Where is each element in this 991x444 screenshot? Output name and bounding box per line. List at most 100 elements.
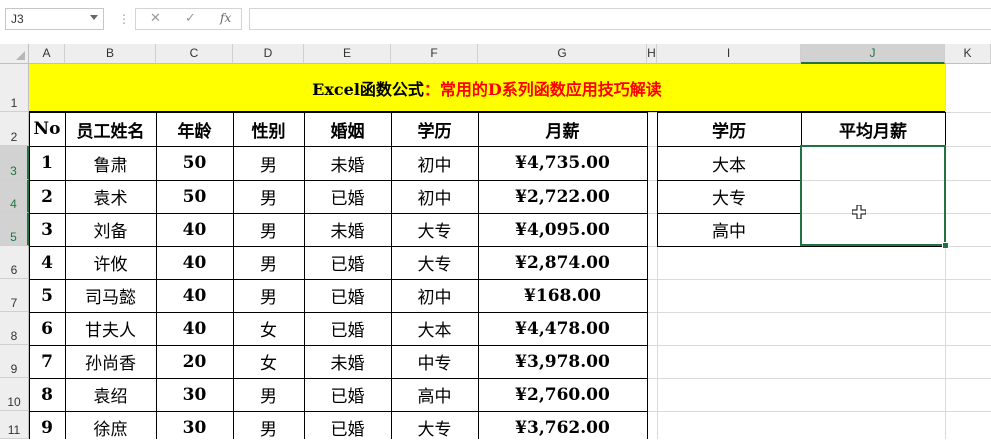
cell-gender[interactable]: 男	[233, 246, 304, 279]
select-all-corner[interactable]	[0, 44, 29, 64]
cell-education[interactable]: 大专	[391, 246, 478, 279]
cell-gender[interactable]: 男	[233, 411, 304, 444]
cell-gender[interactable]: 女	[233, 345, 304, 378]
cell-salary[interactable]: ¥4,095.00	[478, 213, 647, 246]
column-header-i[interactable]: I	[657, 44, 801, 64]
cell-salary[interactable]: ¥2,760.00	[478, 378, 647, 411]
column-header-b[interactable]: B	[65, 44, 156, 64]
header-avg-salary[interactable]: 平均月薪	[801, 112, 945, 146]
header-salary[interactable]: 月薪	[478, 112, 647, 146]
cell-no[interactable]: 3	[29, 213, 65, 246]
cell-marriage[interactable]: 已婚	[304, 378, 391, 411]
cell-name[interactable]: 鲁肃	[65, 146, 156, 180]
row-header-10[interactable]: 10	[0, 378, 29, 411]
row-header-7[interactable]: 7	[0, 279, 29, 312]
row-header-8[interactable]: 8	[0, 312, 29, 345]
cell-marriage[interactable]: 已婚	[304, 312, 391, 345]
row-header-4[interactable]: 4	[0, 180, 29, 213]
cell-no[interactable]: 1	[29, 146, 65, 180]
column-header-f[interactable]: F	[391, 44, 478, 64]
cell-education[interactable]: 初中	[391, 146, 478, 180]
cell-gender[interactable]: 男	[233, 378, 304, 411]
cell-name[interactable]: 甘夫人	[65, 312, 156, 345]
row-header-5[interactable]: 5	[0, 213, 29, 246]
cell-name[interactable]: 刘备	[65, 213, 156, 246]
title-cell[interactable]: Excel函数公式 ：常用的D系列函数应用技巧解读	[29, 64, 945, 112]
column-header-g[interactable]: G	[478, 44, 647, 64]
cell-name[interactable]: 许攸	[65, 246, 156, 279]
cell-no[interactable]: 5	[29, 279, 65, 312]
cell-marriage[interactable]: 已婚	[304, 279, 391, 312]
formula-input[interactable]	[249, 8, 991, 30]
cell-salary[interactable]: ¥4,478.00	[478, 312, 647, 345]
enter-icon[interactable]: ✓	[185, 11, 196, 26]
cell-name[interactable]: 袁绍	[65, 378, 156, 411]
cell-name[interactable]: 袁术	[65, 180, 156, 213]
more-options-icon[interactable]: ⋮	[118, 12, 130, 26]
cell-marriage[interactable]: 已婚	[304, 246, 391, 279]
column-header-j[interactable]: J	[801, 44, 945, 64]
cancel-icon[interactable]: ✕	[150, 11, 161, 26]
cell-age[interactable]: 50	[156, 180, 233, 213]
cell-marriage[interactable]: 未婚	[304, 345, 391, 378]
row-header-6[interactable]: 6	[0, 246, 29, 279]
name-box[interactable]: J3	[5, 8, 104, 30]
header-education[interactable]: 学历	[391, 112, 478, 146]
cell-salary[interactable]: ¥3,762.00	[478, 411, 647, 444]
cell-salary[interactable]: ¥4,735.00	[478, 146, 647, 180]
cell-age[interactable]: 40	[156, 246, 233, 279]
cell-no[interactable]: 2	[29, 180, 65, 213]
cell-age[interactable]: 30	[156, 411, 233, 444]
cell-marriage[interactable]: 已婚	[304, 411, 391, 444]
cell-gender[interactable]: 男	[233, 213, 304, 246]
cell-age[interactable]: 30	[156, 378, 233, 411]
cell-name[interactable]: 孙尚香	[65, 345, 156, 378]
row-header-9[interactable]: 9	[0, 345, 29, 378]
column-header-h[interactable]: H	[647, 44, 657, 64]
fill-handle[interactable]	[942, 242, 949, 249]
cell-no[interactable]: 6	[29, 312, 65, 345]
cell-education[interactable]: 高中	[391, 378, 478, 411]
header-gender[interactable]: 性别	[233, 112, 304, 146]
cell-marriage[interactable]: 未婚	[304, 213, 391, 246]
row-header-11[interactable]: 11	[0, 411, 29, 439]
cell-age[interactable]: 50	[156, 146, 233, 180]
header-education[interactable]: 学历	[657, 112, 801, 146]
column-header-e[interactable]: E	[304, 44, 391, 64]
column-header-d[interactable]: D	[233, 44, 304, 64]
cell-age[interactable]: 20	[156, 345, 233, 378]
cell-gender[interactable]: 男	[233, 146, 304, 180]
row-header-1[interactable]: 1	[0, 64, 29, 112]
cell-salary[interactable]: ¥2,874.00	[478, 246, 647, 279]
cell-gender[interactable]: 男	[233, 279, 304, 312]
cell-name[interactable]: 司马懿	[65, 279, 156, 312]
column-header-c[interactable]: C	[156, 44, 233, 64]
insert-function-icon[interactable]: fx	[220, 11, 231, 25]
cell-age[interactable]: 40	[156, 279, 233, 312]
cell-age[interactable]: 40	[156, 213, 233, 246]
cell-marriage[interactable]: 未婚	[304, 146, 391, 180]
column-header-k[interactable]: K	[945, 44, 991, 64]
cell-no[interactable]: 7	[29, 345, 65, 378]
header-marriage[interactable]: 婚姻	[304, 112, 391, 146]
cell-education[interactable]: 大专	[657, 180, 801, 213]
cell-education[interactable]: 中专	[391, 345, 478, 378]
cell-no[interactable]: 8	[29, 378, 65, 411]
cell-no[interactable]: 4	[29, 246, 65, 279]
header-age[interactable]: 年龄	[156, 112, 233, 146]
header-no[interactable]: No	[29, 112, 65, 146]
cell-no[interactable]: 9	[29, 411, 65, 444]
cell-salary[interactable]: ¥168.00	[478, 279, 647, 312]
cell-gender[interactable]: 女	[233, 312, 304, 345]
cell-marriage[interactable]: 已婚	[304, 180, 391, 213]
cell-education[interactable]: 大本	[391, 312, 478, 345]
chevron-down-icon[interactable]	[90, 15, 98, 20]
cell-salary[interactable]: ¥3,978.00	[478, 345, 647, 378]
cell-education[interactable]: 大本	[657, 146, 801, 180]
cell-salary[interactable]: ¥2,722.00	[478, 180, 647, 213]
cell-name[interactable]: 徐庶	[65, 411, 156, 444]
row-header-2[interactable]: 2	[0, 112, 29, 146]
cell-education[interactable]: 大专	[391, 213, 478, 246]
cell-age[interactable]: 40	[156, 312, 233, 345]
cell-gender[interactable]: 男	[233, 180, 304, 213]
